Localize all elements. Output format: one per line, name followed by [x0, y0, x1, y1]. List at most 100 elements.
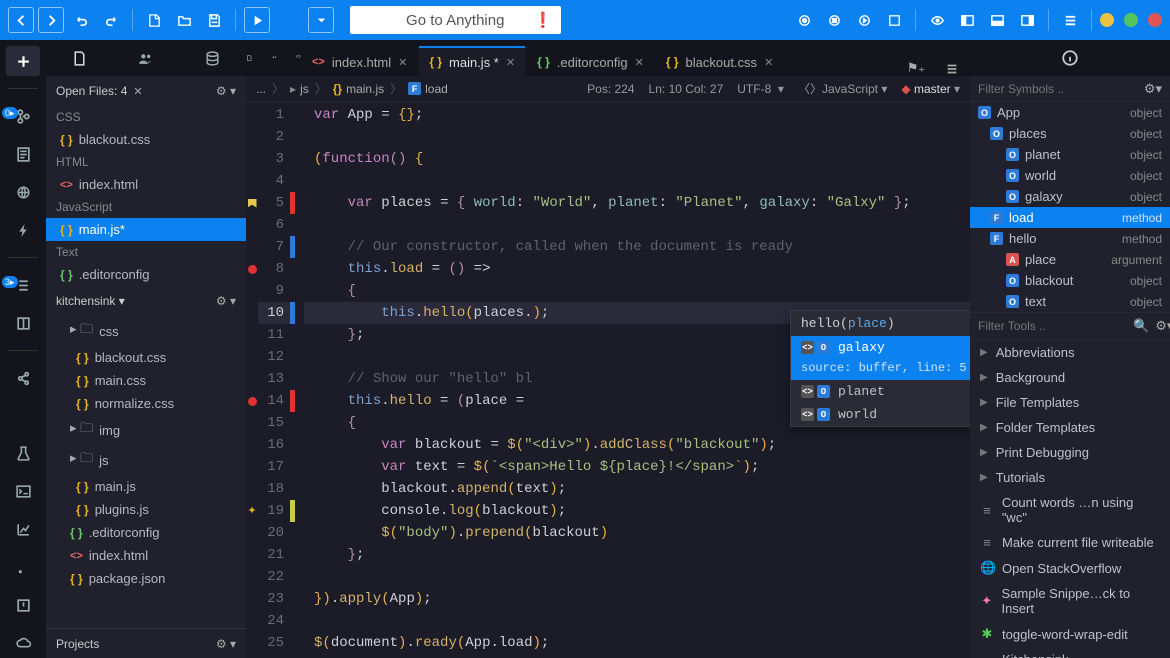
- close-icon[interactable]: ✕: [398, 56, 407, 69]
- regex-button[interactable]: [6, 552, 40, 582]
- dropdown-button[interactable]: [308, 7, 334, 33]
- autocomplete-item[interactable]: <>Oplanetobject: [791, 380, 970, 403]
- stop-button[interactable]: [821, 7, 847, 33]
- gear-icon[interactable]: ⚙ ▾: [216, 294, 236, 308]
- outline-symbol[interactable]: OAppobject: [970, 102, 1170, 123]
- editor-tab[interactable]: { }main.js *✕: [419, 46, 525, 76]
- outline-symbol[interactable]: Ogalaxyobject: [970, 186, 1170, 207]
- world-button[interactable]: [6, 177, 40, 207]
- breadcrumb-item[interactable]: ...: [256, 82, 266, 96]
- changes-button[interactable]: 3▸: [6, 270, 40, 300]
- tab-list-button[interactable]: [934, 62, 970, 76]
- tool-item[interactable]: ▶Print Debugging: [970, 440, 1170, 465]
- menu-button[interactable]: [1057, 7, 1083, 33]
- minimize-window-button[interactable]: [1100, 13, 1114, 27]
- pane-bottom-button[interactable]: [984, 7, 1010, 33]
- file-item[interactable]: { }package.json: [46, 567, 246, 590]
- outline-symbol[interactable]: Aplaceargument: [970, 249, 1170, 270]
- gear-icon[interactable]: ⚙▾: [1144, 81, 1162, 97]
- undo-button[interactable]: [68, 7, 94, 33]
- file-item[interactable]: <>index.html: [46, 544, 246, 567]
- bookmark-marker[interactable]: [248, 199, 257, 208]
- back-button[interactable]: [8, 7, 34, 33]
- view-eye-button[interactable]: [924, 7, 950, 33]
- close-icon[interactable]: ✕: [506, 56, 515, 69]
- search-icon[interactable]: 🔍: [1133, 318, 1149, 334]
- tool-item[interactable]: 🌐Open StackOverflow: [970, 555, 1170, 581]
- explorer-button[interactable]: [6, 139, 40, 169]
- tool-item[interactable]: ▶Tutorials: [970, 465, 1170, 490]
- file-item[interactable]: { }plugins.js: [46, 498, 246, 521]
- outline-symbol[interactable]: Oworldobject: [970, 165, 1170, 186]
- outline-symbol[interactable]: Oblackoutobject: [970, 270, 1170, 291]
- outline-symbol[interactable]: Fhellomethod: [970, 228, 1170, 249]
- new-tab-button[interactable]: [6, 46, 40, 76]
- goto-anything-input[interactable]: Go to Anything❗: [350, 6, 561, 34]
- redo-button[interactable]: [98, 7, 124, 33]
- tools-filter-input[interactable]: [978, 319, 1133, 333]
- close-icon[interactable]: ✕: [133, 86, 142, 98]
- autocomplete-item[interactable]: <>Oworldobject: [791, 403, 970, 426]
- folder-item[interactable]: ▸ 🗀img: [46, 415, 246, 445]
- editor-tab[interactable]: { }.editorconfig✕: [527, 46, 654, 76]
- code-editor[interactable]: ✦ 12345678910111213141516171819202122232…: [246, 102, 970, 658]
- breadcrumb-item[interactable]: {} main.js: [333, 82, 384, 96]
- flash-button[interactable]: [6, 215, 40, 245]
- open-file-item[interactable]: { }main.js*: [46, 218, 246, 241]
- line-gutter[interactable]: 1234567891011121314151617181920212223242…: [258, 102, 290, 658]
- gear-icon[interactable]: ⚙ ▾: [216, 84, 236, 98]
- pane-right-button[interactable]: [1014, 7, 1040, 33]
- breadcrumb-item[interactable]: F load: [408, 82, 448, 96]
- file-item[interactable]: { }normalize.css: [46, 392, 246, 415]
- new-file-button[interactable]: [141, 7, 167, 33]
- folder-item[interactable]: ▸ 🗀css: [46, 316, 246, 346]
- projects-header[interactable]: Projects ⚙ ▾: [46, 628, 246, 658]
- forward-button[interactable]: [38, 7, 64, 33]
- tool-item[interactable]: ▪Kitchensink: [970, 647, 1170, 658]
- record-button[interactable]: [791, 7, 817, 33]
- sidebar-tab-people[interactable]: [137, 43, 154, 73]
- warning-marker[interactable]: ✦: [247, 504, 256, 518]
- play-circle-button[interactable]: [851, 7, 877, 33]
- status-git-branch[interactable]: ◆ master ▾: [901, 82, 960, 96]
- share-button[interactable]: [6, 363, 40, 393]
- autocomplete-item[interactable]: <>Ogalaxyobject: [791, 336, 970, 359]
- status-language[interactable]: 〈〉JavaScript ▾: [798, 80, 887, 97]
- tool-item[interactable]: ≡Count words …n using "wc": [970, 490, 1170, 530]
- open-file-button[interactable]: [171, 7, 197, 33]
- open-file-item[interactable]: <>index.html: [46, 173, 246, 196]
- file-item[interactable]: { }main.css: [46, 369, 246, 392]
- status-encoding[interactable]: UTF-8 ▾: [737, 82, 784, 96]
- file-item[interactable]: { }.editorconfig: [46, 521, 246, 544]
- save-button[interactable]: [201, 7, 227, 33]
- stats-button[interactable]: [6, 514, 40, 544]
- tool-item[interactable]: ▶File Templates: [970, 390, 1170, 415]
- folder-item[interactable]: ▸ 🗀js: [46, 445, 246, 475]
- gear-icon[interactable]: ⚙ ▾: [216, 637, 236, 651]
- open-file-item[interactable]: { }blackout.css: [46, 128, 246, 151]
- editor-tab[interactable]: { }blackout.css✕: [656, 46, 783, 76]
- tool-item[interactable]: ▶Folder Templates: [970, 415, 1170, 440]
- breakpoint-marker[interactable]: [248, 397, 257, 406]
- close-icon[interactable]: ✕: [635, 56, 644, 69]
- breakpoint-marker[interactable]: [248, 265, 257, 274]
- outline-symbol[interactable]: Oplanetobject: [970, 144, 1170, 165]
- breadcrumb-item[interactable]: ▸ js: [290, 82, 309, 96]
- pane-left-button[interactable]: [954, 7, 980, 33]
- run-button[interactable]: [244, 7, 270, 33]
- editor-tab[interactable]: <>index.html✕: [302, 46, 417, 76]
- close-window-button[interactable]: [1148, 13, 1162, 27]
- maximize-window-button[interactable]: [1124, 13, 1138, 27]
- close-icon[interactable]: ✕: [764, 56, 773, 69]
- tool-item[interactable]: ≡Make current file writeable: [970, 530, 1170, 555]
- outline-symbol[interactable]: Floadmethod: [970, 207, 1170, 228]
- outline-symbol[interactable]: Otextobject: [970, 291, 1170, 312]
- gear-icon[interactable]: ⚙▾: [1155, 318, 1170, 334]
- file-item[interactable]: { }blackout.css: [46, 346, 246, 369]
- info-icon[interactable]: [1061, 49, 1079, 67]
- tool-item[interactable]: ✱toggle-word-wrap-edit: [970, 621, 1170, 647]
- tools-filter[interactable]: 🔍 ⚙▾: [970, 312, 1170, 340]
- vcs-button[interactable]: 0▸: [6, 101, 40, 131]
- terminal-button[interactable]: [6, 476, 40, 506]
- sidebar-tab-db[interactable]: [204, 43, 221, 73]
